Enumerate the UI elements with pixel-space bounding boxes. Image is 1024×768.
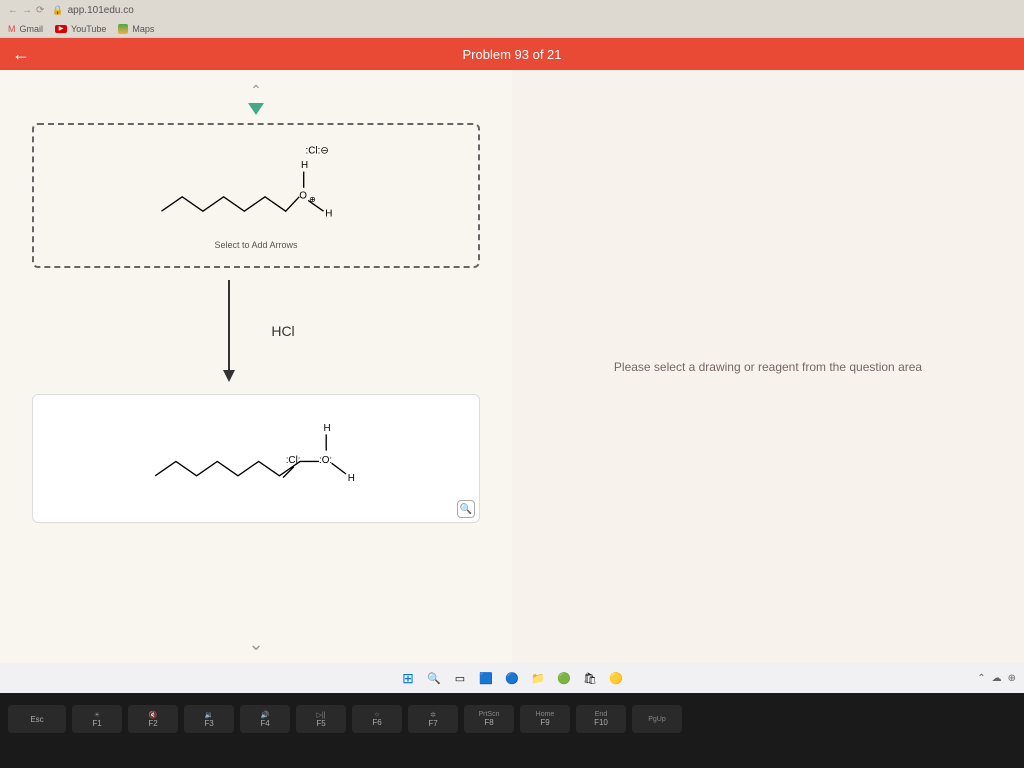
scroll-up-button[interactable]: ⌃ <box>12 82 500 99</box>
tray-network-icon[interactable]: ⊕ <box>1008 673 1016 684</box>
question-panel: ⌃ :Cl:⊖ H O ⊕ H Select to Add Arrows <box>0 70 512 663</box>
svg-text:H: H <box>348 473 355 484</box>
answer-panel: Please select a drawing or reagent from … <box>512 70 1024 663</box>
tray-cloud-icon[interactable]: ☁ <box>992 673 1002 684</box>
problem-title: Problem 93 of 21 <box>462 47 561 62</box>
key-f7: ✲F7 <box>408 705 458 733</box>
maps-label: Maps <box>132 24 154 34</box>
key-esc: Esc <box>8 705 66 733</box>
bookmark-maps[interactable]: Maps <box>118 24 154 34</box>
youtube-label: YouTube <box>71 24 106 34</box>
key-f11: PgUp <box>632 705 682 733</box>
bookmarks-bar: M Gmail ▶ YouTube Maps <box>0 20 1024 38</box>
gmail-icon: M <box>8 24 16 34</box>
key-f4: 🔊F4 <box>240 705 290 733</box>
key-f8: PrtScnF8 <box>464 705 514 733</box>
reaction-arrow-icon <box>217 276 241 386</box>
bookmark-gmail[interactable]: M Gmail <box>8 24 43 34</box>
reaction-arrow-container: HCl <box>12 276 500 386</box>
svg-text:H: H <box>325 209 332 220</box>
back-button[interactable]: ← <box>12 44 30 65</box>
gmail-label: Gmail <box>20 24 44 34</box>
svg-text::O:: :O: <box>319 455 332 466</box>
task-view-icon[interactable]: ▭ <box>451 669 469 687</box>
store-icon[interactable]: 🛍 <box>581 669 599 687</box>
taskbar-app-icon[interactable]: 🟦 <box>477 669 495 687</box>
app-header: ← Problem 93 of 21 <box>0 38 1024 70</box>
maps-icon <box>118 24 128 34</box>
physical-keyboard: Esc ☀F1 🔇F2 🔉F3 🔊F4 ▷||F5 ☼F6 ✲F7 PrtScn… <box>0 693 1024 768</box>
key-f10: EndF10 <box>576 705 626 733</box>
instruction-text: Please select a drawing or reagent from … <box>614 360 922 374</box>
bookmark-youtube[interactable]: ▶ YouTube <box>55 24 106 34</box>
browser-reload-icon[interactable]: ⟳ <box>36 5 44 16</box>
browser-forward-icon[interactable]: → <box>22 5 32 16</box>
taskbar-app-icon[interactable]: 🔵 <box>503 669 521 687</box>
key-f1: ☀F1 <box>72 705 122 733</box>
reactant-drawing-area[interactable]: :Cl:⊖ H O ⊕ H Select to Add Arrows <box>32 123 480 268</box>
system-tray[interactable]: ⌃ ☁ ⊕ <box>977 673 1016 684</box>
main-content: ⌃ :Cl:⊖ H O ⊕ H Select to Add Arrows <box>0 70 1024 663</box>
key-f6: ☼F6 <box>352 705 402 733</box>
add-arrows-label: Select to Add Arrows <box>50 240 462 250</box>
chrome-icon[interactable]: 🟡 <box>607 669 625 687</box>
lock-icon: 🔒 <box>52 5 63 16</box>
search-icon[interactable]: 🔍 <box>425 669 443 687</box>
windows-start-icon[interactable]: ⊞ <box>399 669 417 687</box>
marker-triangle-icon <box>248 103 264 115</box>
magnify-button[interactable]: 🔍 <box>457 500 475 518</box>
key-f2: 🔇F2 <box>128 705 178 733</box>
reagent-label: HCl <box>271 323 294 339</box>
reactant-molecule: :Cl:⊖ H O ⊕ H <box>50 141 462 231</box>
youtube-icon: ▶ <box>55 25 67 33</box>
svg-text:O: O <box>299 191 307 202</box>
scroll-down-button[interactable]: ⌄ <box>248 634 263 655</box>
key-f9: HomeF9 <box>520 705 570 733</box>
url-text: app.101edu.co <box>68 5 134 16</box>
edge-icon[interactable]: 🟢 <box>555 669 573 687</box>
key-f3: 🔉F3 <box>184 705 234 733</box>
tray-chevron-icon[interactable]: ⌃ <box>977 673 985 684</box>
svg-text:H: H <box>301 160 308 171</box>
browser-address-bar: ← → ⟳ 🔒 app.101edu.co <box>0 0 1024 20</box>
browser-back-icon[interactable]: ← <box>8 5 18 16</box>
product-molecule: H :O: H :Cl: <box>49 411 463 501</box>
key-f5: ▷||F5 <box>296 705 346 733</box>
svg-text::Cl:: :Cl: <box>286 455 301 466</box>
product-drawing-area[interactable]: H :O: H :Cl: 🔍 <box>32 394 480 523</box>
windows-taskbar: ⊞ 🔍 ▭ 🟦 🔵 📁 🟢 🛍 🟡 ⌃ ☁ ⊕ <box>0 663 1024 693</box>
svg-text::Cl:⊖: :Cl:⊖ <box>306 146 329 157</box>
file-explorer-icon[interactable]: 📁 <box>529 669 547 687</box>
svg-text:H: H <box>324 423 331 434</box>
